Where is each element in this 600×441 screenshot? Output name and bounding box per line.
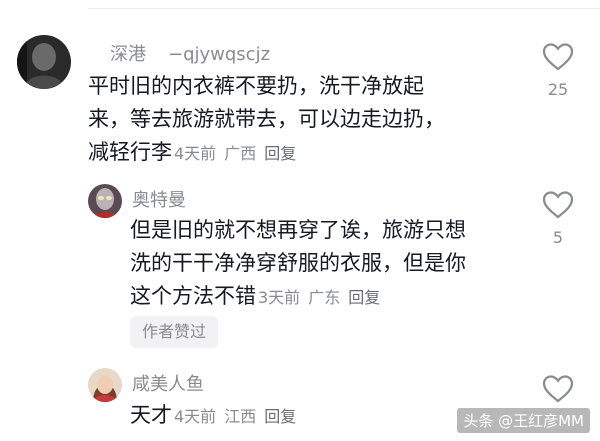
username[interactable]: 深港 −qjywqscjz bbox=[110, 40, 270, 66]
like-button[interactable]: 5 bbox=[538, 190, 578, 247]
author-liked-badge: 作者赞过 bbox=[130, 316, 219, 348]
reply-button[interactable]: 回复 bbox=[264, 407, 296, 426]
avatar[interactable] bbox=[17, 35, 71, 89]
avatar[interactable] bbox=[88, 184, 122, 218]
reply-button[interactable]: 回复 bbox=[264, 144, 296, 163]
avatar[interactable] bbox=[88, 368, 122, 402]
comment-text: 但是旧的就不想再穿了诶，旅游只想 洗的干干净净穿舒服的衣服，但是你 这个方法不错… bbox=[130, 218, 466, 308]
comment-meta: 4天前 广西 回复 bbox=[174, 144, 304, 163]
comment-meta: 4天前 江西 回复 bbox=[174, 407, 304, 426]
watermark: 头条 @王红彦MM bbox=[457, 408, 590, 433]
like-button[interactable]: 25 bbox=[538, 42, 578, 99]
like-button[interactable] bbox=[538, 374, 578, 404]
username[interactable]: 奥特曼 bbox=[132, 186, 186, 212]
comment-time: 4天前 bbox=[174, 407, 217, 426]
comment-location: 江西 bbox=[224, 407, 257, 426]
comment-time: 4天前 bbox=[174, 144, 217, 163]
mermaid-avatar-icon bbox=[88, 368, 122, 402]
comment-location: 广西 bbox=[224, 144, 257, 163]
reply-button[interactable]: 回复 bbox=[348, 288, 380, 307]
top-divider bbox=[88, 8, 600, 9]
comment-meta: 3天前 广东 回复 bbox=[258, 288, 388, 307]
ultraman-avatar-icon bbox=[88, 184, 122, 218]
like-count: 5 bbox=[552, 228, 564, 247]
heart-icon bbox=[542, 375, 574, 403]
heart-icon bbox=[542, 191, 574, 219]
comment-text: 平时旧的内衣裤不要扔，洗干净放起 来，等去旅游就带去，可以边走边扔， 减轻行李 4… bbox=[88, 74, 445, 164]
user-avatar-dark-icon bbox=[17, 35, 71, 89]
like-count: 25 bbox=[547, 80, 569, 99]
comment-time: 3天前 bbox=[258, 288, 301, 307]
username[interactable]: 咸美人鱼 bbox=[132, 370, 204, 396]
user-id: −qjywqscjz bbox=[168, 44, 271, 65]
comment-location: 广东 bbox=[308, 288, 341, 307]
heart-icon bbox=[542, 43, 574, 71]
